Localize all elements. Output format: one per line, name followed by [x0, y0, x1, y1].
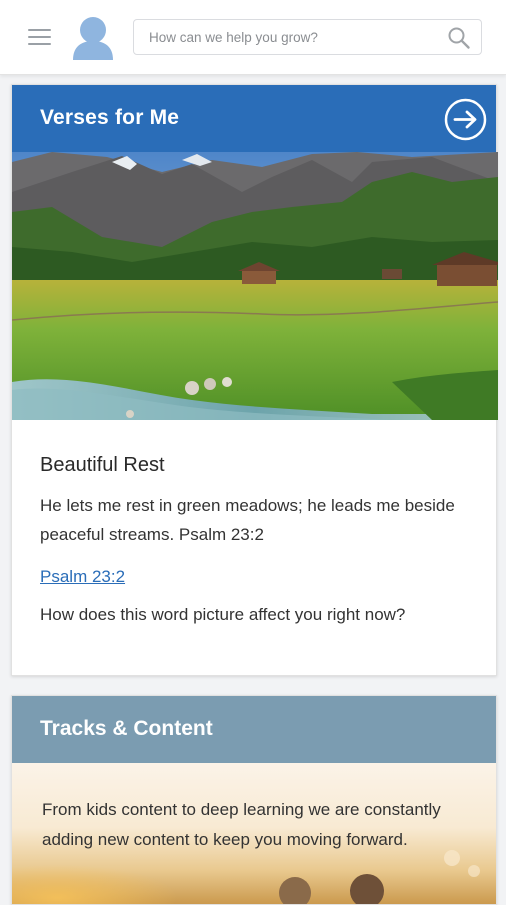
reflection-question: How does this word picture affect you ri… [40, 605, 406, 624]
search-icon[interactable] [447, 26, 471, 50]
tracks-card-title: Tracks & Content [40, 717, 213, 740]
verse-title: Beautiful Rest [40, 454, 165, 476]
tracks-description: From kids content to deep learning we ar… [42, 800, 441, 849]
tracks-card-header[interactable]: Tracks & Content [12, 696, 496, 763]
search-input[interactable] [134, 20, 434, 54]
verse-text: He lets me rest in green meadows; he lea… [40, 496, 455, 544]
search-bar [133, 19, 482, 55]
verses-card-header: Verses for Me [12, 85, 496, 152]
verses-card-title: Verses for Me [40, 106, 180, 129]
arrow-right-circle-icon[interactable] [444, 98, 487, 141]
mountain-meadow-stream-image [12, 152, 498, 420]
hamburger-menu-icon[interactable] [28, 29, 51, 46]
verse-reference-link[interactable]: Psalm 23:2 [40, 567, 125, 587]
tracks-content-card: Tracks & Content From kids content to de… [11, 695, 497, 905]
verses-for-me-card: Verses for Me Beautiful Rest He lets me … [11, 84, 498, 676]
top-bar [0, 0, 506, 75]
user-avatar-icon[interactable] [72, 16, 114, 62]
